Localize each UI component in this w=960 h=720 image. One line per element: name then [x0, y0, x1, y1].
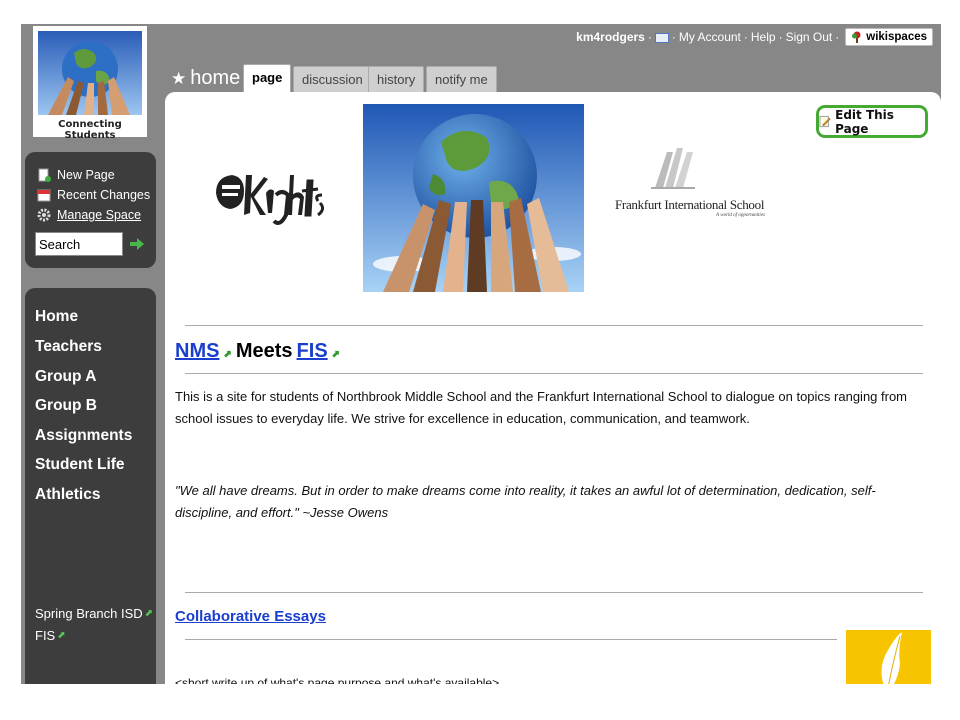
external-link-icon: ⬈	[223, 349, 232, 360]
separator: ·	[835, 30, 840, 44]
user-bar: km4rodgers · · My Account · Help · Sign …	[576, 28, 933, 46]
page-content: Edit This Page Frankfurt International S…	[165, 92, 941, 684]
edit-page-button[interactable]: Edit This Page	[816, 105, 928, 138]
fis-logo-tagline: A world of opportunities	[716, 213, 765, 218]
edit-page-label: Edit This Page	[835, 107, 894, 136]
nav-item-home[interactable]: Home	[35, 308, 78, 326]
separator: ·	[743, 30, 748, 44]
fis-logo-name: Frankfurt International School	[615, 197, 765, 212]
wikispaces-logo-icon	[852, 31, 861, 43]
nav-item-assignments[interactable]: Assignments	[35, 427, 132, 445]
navigation-panel: Home Teachers Group A Group B Assignment…	[25, 288, 156, 684]
page-name-heading: ★ home	[171, 67, 240, 90]
page-title: NMS ⬈ Meets FIS ⬈	[175, 340, 340, 363]
wikispaces-label: wikispaces	[866, 31, 927, 43]
manage-space-label: Manage Space	[57, 208, 142, 222]
tab-history[interactable]: history	[368, 66, 425, 92]
feather-thumbnail-image	[846, 630, 931, 684]
fis-logo-graphic	[651, 148, 695, 189]
title-middle: Meets	[235, 340, 293, 362]
nav-item-teachers[interactable]: Teachers	[35, 338, 102, 356]
external-link-icon: ⬈	[57, 630, 66, 641]
help-link[interactable]: Help	[751, 30, 776, 44]
my-account-link[interactable]: My Account	[679, 30, 741, 44]
fis-external-label: FIS	[35, 628, 56, 643]
external-link-icon: ⬈	[144, 608, 154, 619]
nav-item-group-b[interactable]: Group B	[35, 397, 97, 415]
logo-caption: Connecting Students	[58, 119, 122, 141]
essays-description: <short write up of what's page purpose a…	[175, 676, 500, 684]
fis-logo-image: Frankfurt International School A world o…	[615, 142, 775, 232]
page-name: home	[190, 67, 241, 89]
nav-item-athletics[interactable]: Athletics	[35, 486, 100, 504]
divider	[185, 592, 923, 593]
globe-hands-logo-image	[38, 31, 142, 115]
calendar-icon	[37, 189, 51, 202]
tab-page[interactable]: page	[243, 64, 292, 92]
knights-logo-image	[216, 175, 325, 225]
tab-discussion[interactable]: discussion	[293, 66, 372, 92]
divider	[185, 325, 923, 326]
nms-link[interactable]: NMS	[175, 340, 219, 363]
nav-item-group-a[interactable]: Group A	[35, 368, 96, 386]
spring-branch-isd-link[interactable]: Spring Branch ISD ⬈	[35, 606, 153, 621]
sign-out-link[interactable]: Sign Out	[786, 30, 833, 44]
intro-paragraph: This is a site for students of Northbroo…	[175, 389, 908, 426]
pencil-icon	[819, 115, 831, 128]
manage-space-link[interactable]: Manage Space	[37, 208, 141, 222]
quote-paragraph: "We all have dreams. But in order to mak…	[175, 483, 876, 520]
search-input[interactable]	[35, 232, 123, 256]
gear-icon	[37, 208, 51, 222]
feather-icon	[881, 632, 902, 684]
username-link[interactable]: km4rodgers	[576, 30, 645, 44]
divider	[185, 373, 923, 374]
globe-hands-image	[363, 104, 584, 292]
recent-changes-label: Recent Changes	[57, 188, 151, 202]
external-link-icon: ⬈	[331, 349, 341, 360]
new-page-label: New Page	[57, 168, 115, 182]
wikispaces-brand-link[interactable]: wikispaces	[845, 28, 933, 46]
tab-notify-me[interactable]: notify me	[426, 66, 497, 92]
app-frame: Connecting Students New Page Recent Chan…	[21, 24, 941, 684]
star-icon[interactable]: ★	[171, 69, 186, 89]
site-logo[interactable]: Connecting Students	[33, 26, 147, 141]
separator: ·	[671, 30, 676, 44]
recent-changes-link[interactable]: Recent Changes	[37, 188, 150, 202]
search-go-arrow-icon[interactable]	[129, 236, 145, 252]
separator: ·	[778, 30, 783, 44]
fis-link[interactable]: FIS	[297, 340, 328, 363]
search-row	[35, 232, 145, 256]
tools-panel: New Page Recent Changes Manage Space	[25, 152, 156, 268]
spring-branch-isd-label: Spring Branch ISD	[35, 606, 143, 621]
separator: ·	[647, 30, 652, 44]
nav-item-student-life[interactable]: Student Life	[35, 456, 125, 474]
new-page-icon	[38, 168, 51, 182]
collaborative-essays-link[interactable]: Collaborative Essays	[175, 608, 326, 625]
new-page-link[interactable]: New Page	[37, 168, 115, 182]
divider	[185, 639, 837, 640]
mail-icon[interactable]	[654, 33, 669, 43]
fis-external-link[interactable]: FIS ⬈	[35, 628, 66, 643]
